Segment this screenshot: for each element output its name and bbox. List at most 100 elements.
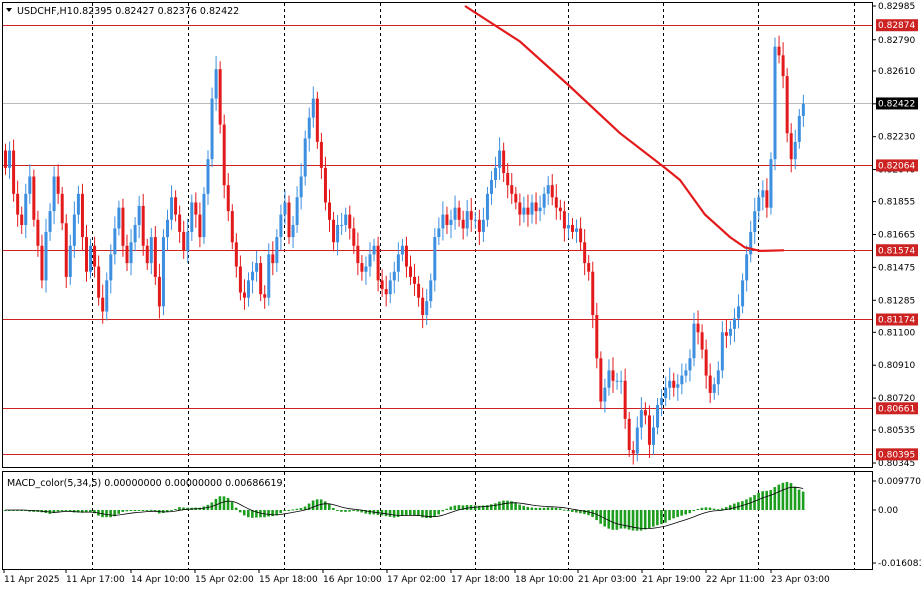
- macd-bar: [279, 510, 282, 514]
- candle-body: [753, 211, 757, 232]
- candle-body: [328, 202, 331, 220]
- chart-canvas[interactable]: 0.829850.827900.826100.824200.822300.820…: [0, 0, 921, 590]
- triangle-down-icon[interactable]: [6, 8, 12, 12]
- candle-body: [303, 138, 307, 177]
- macd-bar: [299, 507, 303, 510]
- candle-body: [441, 214, 445, 229]
- macd-bar: [615, 510, 619, 530]
- macd-bar: [716, 509, 720, 511]
- macd-bar: [494, 503, 497, 510]
- candle-body: [490, 179, 493, 194]
- candle-body: [32, 176, 36, 220]
- candle-body: [336, 224, 340, 243]
- candle-body: [530, 202, 534, 215]
- macd-bar: [753, 495, 756, 510]
- candle-body: [510, 185, 514, 194]
- macd-bar: [550, 507, 554, 510]
- candle-body: [688, 358, 692, 371]
- chart-header: USDCHF,H1 0.82395 0.82427 0.82376 0.8242…: [6, 6, 239, 17]
- candle-body: [295, 197, 299, 225]
- candle-body: [259, 263, 263, 295]
- macd-tick-label: 0.0097701: [878, 477, 921, 487]
- macd-bar: [575, 510, 578, 513]
- candle-body: [291, 224, 295, 238]
- candle-body: [611, 370, 615, 381]
- candle-body: [534, 202, 538, 212]
- macd-bar: [777, 484, 781, 510]
- candle-body: [724, 332, 728, 336]
- candle-body: [425, 301, 429, 315]
- macd-bar: [571, 510, 574, 512]
- hline-price-label: 0.80395: [878, 450, 915, 460]
- macd-bar: [413, 510, 416, 516]
- candle-body: [538, 207, 542, 212]
- support-resistance-lines[interactable]: [3, 25, 872, 455]
- candle-body: [571, 224, 574, 232]
- macd-bar: [222, 496, 226, 510]
- price-tick-label: 0.81100: [878, 328, 915, 338]
- candle-body: [404, 245, 408, 267]
- candle-body: [364, 266, 368, 272]
- macd-bar: [388, 510, 392, 517]
- candle-body: [623, 380, 627, 419]
- candle-body: [789, 133, 793, 160]
- candle-body: [603, 387, 607, 402]
- macd-bar: [336, 510, 339, 511]
- candle-body: [684, 370, 688, 376]
- macd-bar: [611, 510, 615, 530]
- macd-bar: [149, 509, 153, 511]
- candle-body: [757, 197, 761, 212]
- macd-bar: [247, 510, 250, 518]
- macd-bar: [465, 505, 469, 510]
- price-tick-label: 0.82790: [878, 36, 915, 46]
- candle-body: [40, 245, 44, 281]
- candle-body: [129, 242, 133, 264]
- candle-body: [247, 280, 250, 298]
- candle-body: [797, 115, 801, 142]
- macd-bar: [490, 504, 493, 510]
- candle-body: [777, 46, 781, 56]
- candle-body: [24, 193, 28, 225]
- macd-bar: [315, 499, 319, 510]
- candle-body: [554, 197, 558, 208]
- macd-bar: [56, 510, 60, 512]
- candle-body: [60, 193, 64, 224]
- candle-body: [413, 276, 417, 284]
- candle-body: [117, 207, 121, 229]
- candle-body: [575, 228, 579, 232]
- candle-body: [166, 219, 169, 238]
- macd-bar: [708, 507, 712, 510]
- macd-bar: [178, 507, 181, 510]
- macd-bar: [793, 486, 797, 510]
- macd-bar: [109, 510, 112, 518]
- macd-bar: [542, 507, 546, 510]
- candle-body: [182, 231, 186, 251]
- candle-body: [76, 193, 80, 215]
- macd-bar: [368, 510, 372, 515]
- macd-tick-label: -0.0160815: [878, 559, 921, 569]
- macd-bar: [506, 500, 509, 510]
- candle-body: [400, 245, 404, 255]
- candle-body: [170, 197, 174, 220]
- candle-body: [631, 450, 635, 454]
- candle-body: [643, 410, 647, 416]
- candle-body: [619, 380, 623, 382]
- candle-body: [680, 375, 684, 385]
- macd-bar: [639, 510, 643, 531]
- candle-body: [627, 418, 631, 451]
- candle-body: [48, 211, 52, 232]
- macd-bar: [344, 510, 347, 512]
- candle-body: [376, 245, 380, 281]
- candle-body: [477, 219, 481, 232]
- price-axis: 0.829850.827900.826100.824200.822300.820…: [872, 2, 921, 569]
- candle-body: [141, 205, 145, 246]
- candle-body: [251, 271, 255, 281]
- macd-bar: [174, 509, 177, 511]
- candle-body: [145, 245, 149, 264]
- time-tick-label: 21 Apr 03:00: [578, 575, 637, 585]
- time-tick-label: 11 Apr 2025: [4, 575, 60, 585]
- macd-label: MACD_color(5,34,5) 0.00000000 0.00000000…: [7, 478, 283, 489]
- symbol-label: USDCHF,H1: [17, 6, 73, 17]
- macd-bar: [704, 507, 708, 510]
- macd-bar: [534, 507, 538, 510]
